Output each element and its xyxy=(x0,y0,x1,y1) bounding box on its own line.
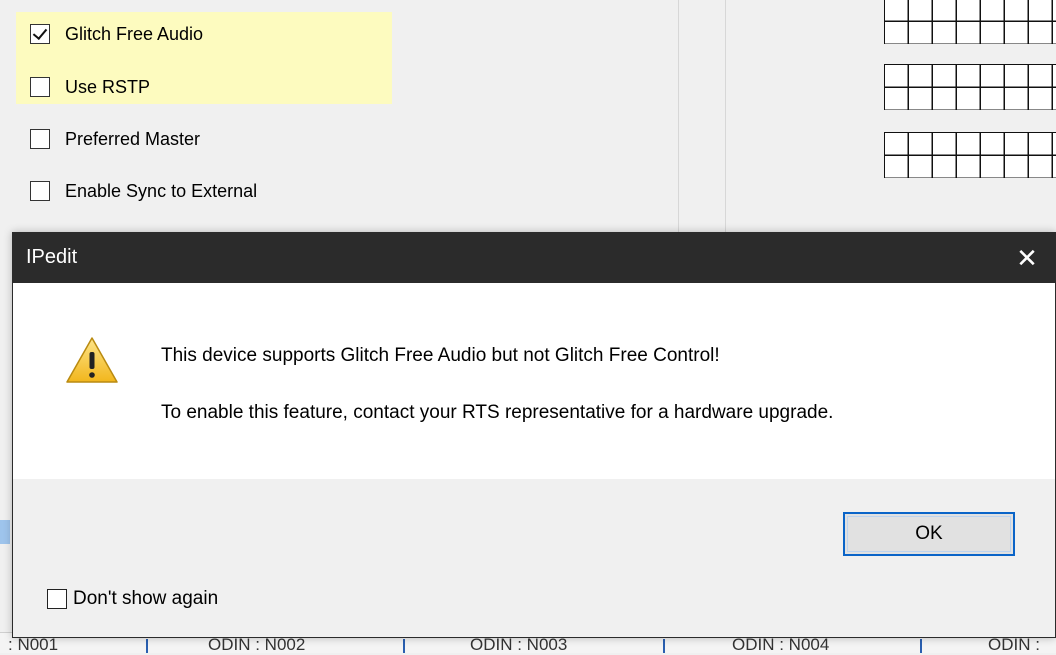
port-grid xyxy=(884,0,1056,44)
warning-icon xyxy=(66,337,118,383)
dialog-message: This device supports Glitch Free Audio b… xyxy=(161,345,720,366)
ok-button-label: OK xyxy=(915,523,943,544)
glitch-free-audio-checkbox[interactable] xyxy=(30,24,50,44)
ipedit-dialog: IPedit ✕ This device supports Glitch Fre… xyxy=(12,232,1056,638)
column-separator xyxy=(146,639,148,653)
glitch-free-audio-label: Glitch Free Audio xyxy=(65,23,204,44)
dialog-message: To enable this feature, contact your RTS… xyxy=(161,402,834,423)
port-grid xyxy=(884,132,1056,178)
dont-show-again-label: Don't show again xyxy=(73,588,219,609)
node-label: : N001 xyxy=(8,635,59,654)
port-grid xyxy=(884,64,1056,110)
node-label: ODIN : N004 xyxy=(732,635,830,654)
dialog-titlebar[interactable]: IPedit ✕ xyxy=(13,233,1055,283)
dialog-footer: OK Don't show again xyxy=(13,479,1055,637)
node-label: ODIN : N002 xyxy=(208,635,306,654)
node-label: ODIN : N003 xyxy=(470,635,568,654)
edge-indicator xyxy=(0,520,10,544)
ok-button[interactable]: OK xyxy=(843,512,1015,556)
panel-divider xyxy=(725,0,726,232)
dialog-title: IPedit xyxy=(26,246,78,268)
panel-divider xyxy=(678,0,679,232)
use-rstp-checkbox[interactable] xyxy=(30,77,50,97)
enable-sync-checkbox[interactable] xyxy=(30,181,50,201)
node-label: ODIN : xyxy=(988,635,1040,654)
dialog-content: This device supports Glitch Free Audio b… xyxy=(13,283,1055,479)
dont-show-again-checkbox[interactable] xyxy=(47,589,67,609)
use-rstp-option[interactable]: Use RSTP xyxy=(30,74,150,100)
column-separator xyxy=(920,639,922,653)
glitch-free-audio-option[interactable]: Glitch Free Audio xyxy=(30,21,203,47)
column-separator xyxy=(403,639,405,653)
preferred-master-option[interactable]: Preferred Master xyxy=(30,126,200,152)
enable-sync-label: Enable Sync to External xyxy=(65,180,258,201)
preferred-master-label: Preferred Master xyxy=(65,128,201,149)
use-rstp-label: Use RSTP xyxy=(65,76,151,97)
enable-sync-option[interactable]: Enable Sync to External xyxy=(30,178,257,204)
dont-show-again-option[interactable]: Don't show again xyxy=(47,588,218,610)
column-separator xyxy=(663,639,665,653)
preferred-master-checkbox[interactable] xyxy=(30,129,50,149)
close-icon[interactable]: ✕ xyxy=(999,233,1055,283)
